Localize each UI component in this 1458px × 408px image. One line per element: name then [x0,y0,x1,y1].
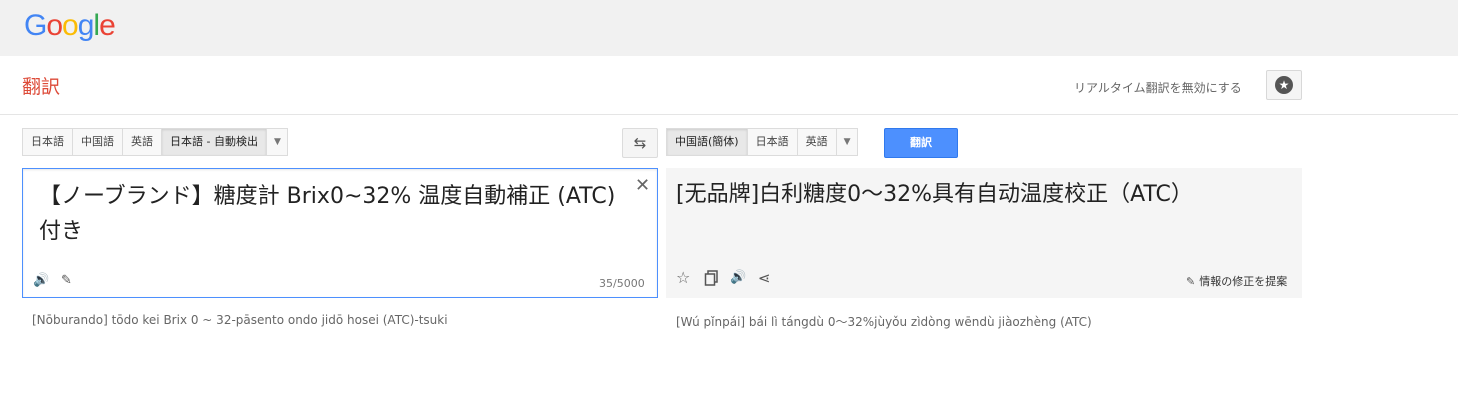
source-romanization: [Nōburando] tōdo kei Brix 0 ~ 32-pāsento… [32,313,448,327]
top-bar: Google [0,0,1458,56]
translation-result: [无品牌]白利糖度0〜32%具有自动温度校正（ATC） ☆ 🔊 ⋖ ✎ 情報の修正… [666,168,1302,298]
source-lang-english[interactable]: 英語 [122,128,161,156]
swap-icon: ⇆ [633,134,647,152]
google-logo[interactable]: Google [24,9,116,43]
phrasebook-button[interactable]: ★ [1266,70,1302,100]
clear-icon[interactable]: ✕ [635,175,650,196]
target-lang-dropdown[interactable]: ▼ [835,128,858,156]
chevron-down-icon: ▼ [273,137,281,147]
logo-letter: o [62,9,79,42]
speaker-icon[interactable]: 🔊 [33,273,49,288]
pencil-icon[interactable]: ✎ [61,273,72,288]
translate-button[interactable]: 翻訳 [884,128,958,158]
logo-letter: e [99,9,116,42]
logo-letter: o [46,9,63,42]
source-lang-detected[interactable]: 日本語 - 自動検出 [161,128,266,156]
chevron-down-icon: ▼ [843,137,851,147]
source-lang-japanese[interactable]: 日本語 [22,128,72,156]
star-icon: ★ [1275,76,1293,94]
source-lang-chinese[interactable]: 中国語 [72,128,122,156]
page-title: 翻訳 [22,76,61,98]
speaker-icon[interactable]: 🔊 [730,270,746,285]
source-textarea[interactable]: 【ノーブランド】糖度計 Brix0~32% 温度自動補正 (ATC)付き ✕ 🔊… [22,168,658,298]
source-text[interactable]: 【ノーブランド】糖度計 Brix0~32% 温度自動補正 (ATC)付き [39,179,619,249]
target-romanization: [Wú pǐnpái] bái lì tángdù 0〜32%jùyǒu zìd… [676,315,1092,329]
target-language-bar: 中国語(簡体) 日本語 英語 ▼ [666,128,858,156]
target-lang-japanese[interactable]: 日本語 [746,128,797,156]
logo-letter: G [24,9,47,42]
copy-icon[interactable] [704,270,720,286]
star-outline-icon[interactable]: ☆ [676,268,690,287]
source-lang-dropdown[interactable]: ▼ [265,128,288,156]
suggest-edit-link[interactable]: ✎ 情報の修正を提案 [1186,273,1287,289]
translation-text: [无品牌]白利糖度0〜32%具有自动温度校正（ATC） [676,182,1193,207]
target-lang-english[interactable]: 英語 [796,128,836,156]
suggest-edit-label: 情報の修正を提案 [1199,275,1288,288]
share-icon[interactable]: ⋖ [758,269,771,287]
pencil-icon: ✎ [1186,275,1196,288]
logo-letter: g [77,9,95,42]
source-language-bar: 日本語 中国語 英語 日本語 - 自動検出 ▼ [22,128,288,156]
character-count: 35/5000 [599,277,645,290]
disable-realtime-link[interactable]: リアルタイム翻訳を無効にする [1074,79,1242,96]
swap-languages-button[interactable]: ⇆ [622,128,658,158]
target-lang-chinese-simplified[interactable]: 中国語(簡体) [666,128,747,156]
